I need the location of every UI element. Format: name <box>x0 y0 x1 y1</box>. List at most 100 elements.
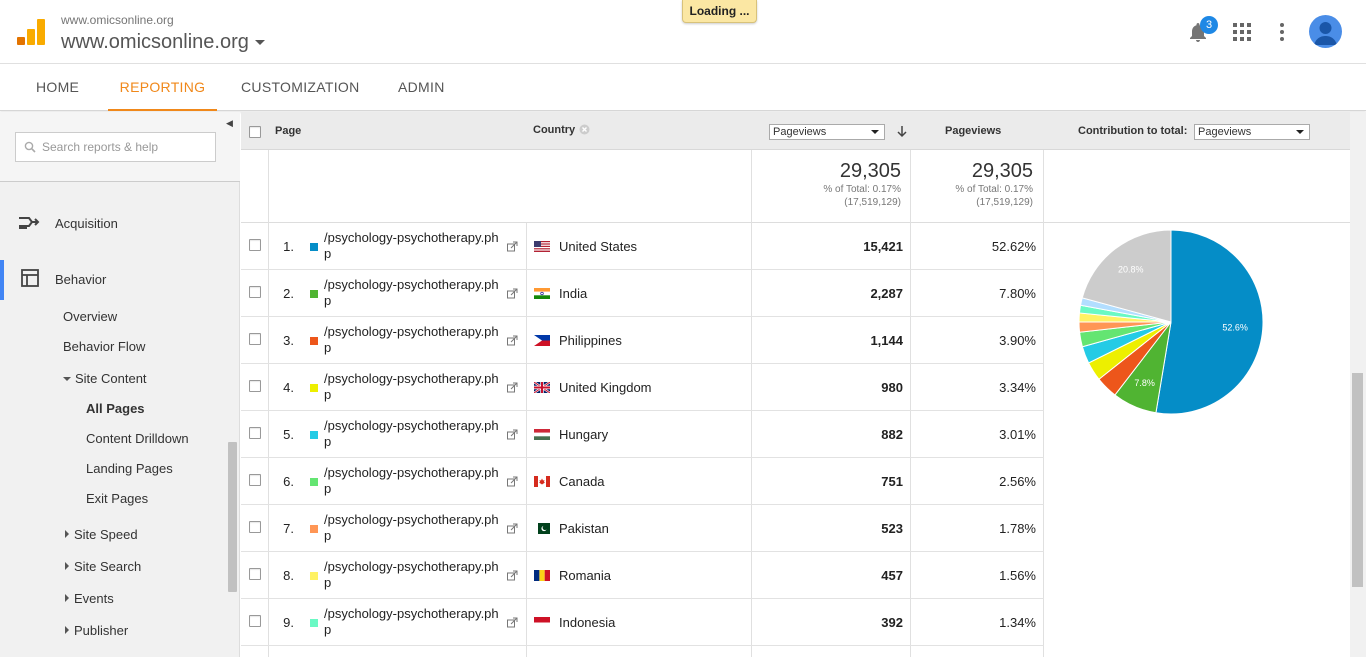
row-page-link[interactable]: /psychology-psychotherapy.php <box>324 418 504 450</box>
sidebar-item-publisher[interactable]: Publisher <box>65 623 128 638</box>
row-checkbox[interactable] <box>249 380 261 392</box>
row-country[interactable]: Canada <box>559 474 605 489</box>
sidebar-item-site-search[interactable]: Site Search <box>65 559 141 574</box>
row-rank: 3. <box>283 333 294 348</box>
col-header-pageviews[interactable]: Pageviews <box>945 125 1001 137</box>
select-all-checkbox[interactable] <box>249 126 261 138</box>
external-link-icon[interactable] <box>507 288 518 299</box>
external-link-icon[interactable] <box>507 382 518 393</box>
row-color-swatch <box>310 525 318 533</box>
search-input[interactable] <box>42 134 212 160</box>
col-header-country[interactable]: Country <box>533 124 590 136</box>
more-vert-icon[interactable] <box>1275 23 1289 41</box>
tab-customization[interactable]: CUSTOMIZATION <box>241 64 360 111</box>
row-page-link[interactable]: /psychology-psychotherapy.php <box>324 324 504 356</box>
row-page-link[interactable]: /psychology-psychotherapy.php <box>324 277 504 309</box>
column-divider <box>751 150 752 223</box>
row-checkbox[interactable] <box>249 615 261 627</box>
row-country[interactable]: Romania <box>559 568 611 583</box>
sidebar-item-exit-pages[interactable]: Exit Pages <box>86 491 148 506</box>
sidebar-item-behavior-flow[interactable]: Behavior Flow <box>63 339 145 354</box>
search-icon <box>24 141 36 153</box>
sidebar-item-site-speed[interactable]: Site Speed <box>65 527 138 542</box>
sidebar-item-landing-pages[interactable]: Landing Pages <box>86 461 173 476</box>
sort-metric-select[interactable]: Pageviews <box>769 124 885 140</box>
external-link-icon[interactable] <box>507 335 518 346</box>
property-name: www.omicsonline.org <box>61 31 249 53</box>
external-link-icon[interactable] <box>507 241 518 252</box>
row-pageviews: 980 <box>881 380 903 395</box>
row-country[interactable]: India <box>559 286 587 301</box>
pie-slice-label: 20.8% <box>1118 264 1144 274</box>
row-page-link[interactable]: /psychology-psychotherapy.php <box>324 465 504 497</box>
external-link-icon[interactable] <box>507 476 518 487</box>
row-checkbox[interactable] <box>249 333 261 345</box>
external-link-icon[interactable] <box>507 429 518 440</box>
row-rank: 5. <box>283 427 294 442</box>
table-row: 5. /psychology-psychotherapy.php Hungary 88… <box>241 411 1044 458</box>
tab-home[interactable]: HOME <box>36 64 79 111</box>
row-contribution-pct: 1.56% <box>999 568 1036 583</box>
pie-slice-label: 52.6% <box>1222 322 1248 332</box>
row-pageviews: 751 <box>881 474 903 489</box>
row-page-link[interactable]: /psychology-psychotherapy.php <box>324 606 504 638</box>
sidebar-item-all-pages[interactable]: All Pages <box>86 401 145 416</box>
sort-metric-value: Pageviews <box>773 126 827 138</box>
row-country[interactable]: Indonesia <box>559 615 615 630</box>
row-pageviews: 457 <box>881 568 903 583</box>
table-row: 3. /psychology-psychotherapy.php Philippin… <box>241 317 1044 364</box>
row-contribution-pct: 1.78% <box>999 521 1036 536</box>
acquisition-icon <box>19 217 40 229</box>
row-checkbox[interactable] <box>249 568 261 580</box>
row-checkbox[interactable] <box>249 474 261 486</box>
sidebar-item-events[interactable]: Events <box>65 591 114 606</box>
sidebar: ◀ Acquisition Behavior Overview Behavior… <box>0 112 240 657</box>
property-selector[interactable]: www.omicsonline.org <box>61 31 265 54</box>
external-link-icon[interactable] <box>507 570 518 581</box>
sidebar-scroll-thumb[interactable] <box>228 442 237 592</box>
row-page-link[interactable]: /psychology-psychotherapy.php <box>324 559 504 591</box>
external-link-icon[interactable] <box>507 617 518 628</box>
sidebar-item-overview[interactable]: Overview <box>63 309 117 324</box>
avatar-icon[interactable] <box>1309 15 1342 48</box>
row-country[interactable]: United Kingdom <box>559 380 652 395</box>
sort-desc-arrow-icon[interactable] <box>897 126 907 138</box>
country-flag-icon <box>534 570 550 581</box>
table-row: 6. /psychology-psychotherapy.php Canada 751… <box>241 458 1044 505</box>
tab-admin[interactable]: ADMIN <box>398 64 445 111</box>
search-box <box>15 132 216 162</box>
sidebar-item-site-content[interactable]: Site Content <box>63 371 147 386</box>
col-header-page[interactable]: Page <box>275 125 301 137</box>
row-checkbox[interactable] <box>249 239 261 251</box>
collapse-sidebar-icon[interactable]: ◀ <box>226 118 238 132</box>
external-link-icon[interactable] <box>507 523 518 534</box>
row-page-link[interactable]: /psychology-psychotherapy.php <box>324 512 504 544</box>
row-color-swatch <box>310 337 318 345</box>
row-country[interactable]: Philippines <box>559 333 622 348</box>
apps-grid-icon[interactable] <box>1233 23 1251 41</box>
remove-dimension-icon[interactable] <box>579 124 590 135</box>
row-country[interactable]: Hungary <box>559 427 608 442</box>
sidebar-item-content-drilldown[interactable]: Content Drilldown <box>86 431 189 446</box>
totals-pageviews: 29,305 % of Total: 0.17% (17,519,129) <box>893 160 1033 209</box>
row-checkbox[interactable] <box>249 427 261 439</box>
contribution-metric-value: Pageviews <box>1198 126 1252 138</box>
sidebar-section-behavior[interactable]: Behavior <box>20 269 220 292</box>
row-country[interactable]: United States <box>559 239 637 254</box>
totals-sort-metric: 29,305 % of Total: 0.17% (17,519,129) <box>761 160 901 209</box>
analytics-logo-icon[interactable] <box>17 19 45 47</box>
row-checkbox[interactable] <box>249 521 261 533</box>
contribution-metric-select[interactable]: Pageviews <box>1194 124 1310 140</box>
row-page-link[interactable]: /psychology-psychotherapy.php <box>324 230 504 262</box>
page-scroll-thumb[interactable] <box>1352 373 1363 587</box>
row-color-swatch <box>310 478 318 486</box>
contribution-label: Contribution to total: <box>1078 125 1188 137</box>
row-page-link[interactable]: /psychology-psychotherapy.php <box>324 371 504 403</box>
row-pageviews: 392 <box>881 615 903 630</box>
sidebar-section-acquisition[interactable]: Acquisition <box>18 214 218 236</box>
row-pageviews: 882 <box>881 427 903 442</box>
report-table: Page Country Pageviews Pageviews Contrib… <box>241 112 1350 657</box>
tab-reporting[interactable]: REPORTING <box>108 64 217 111</box>
row-checkbox[interactable] <box>249 286 261 298</box>
row-country[interactable]: Pakistan <box>559 521 609 536</box>
